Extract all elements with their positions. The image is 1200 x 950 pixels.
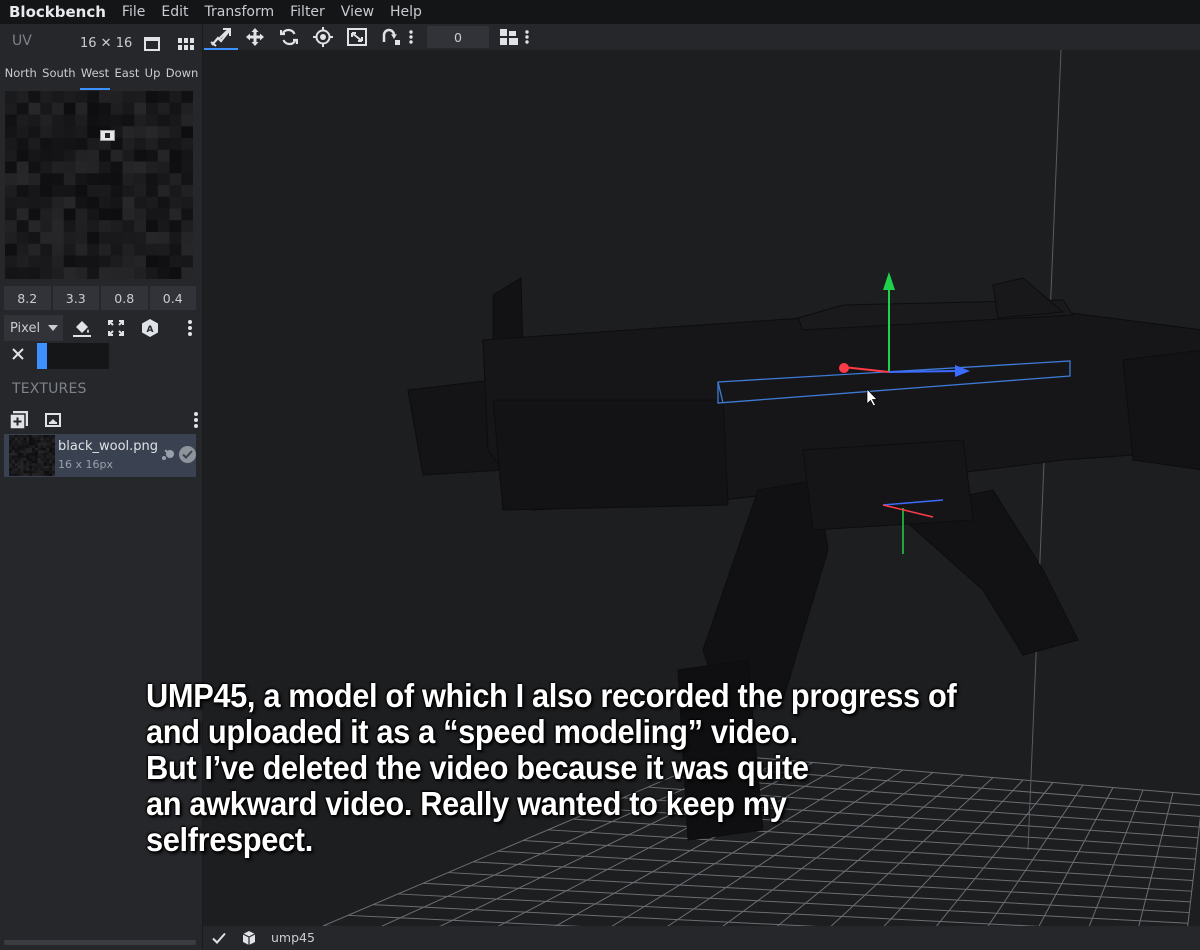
tab-down[interactable]: Down	[166, 66, 199, 88]
texture-name: black_wool.png	[58, 439, 159, 454]
more-icon[interactable]	[179, 317, 201, 339]
translate-icon[interactable]	[242, 26, 268, 48]
close-icon[interactable]	[10, 346, 26, 362]
auto-uv-icon[interactable]: A	[139, 317, 161, 339]
paint-mode-value: Pixel	[10, 320, 41, 336]
status-bar: ump45	[203, 926, 1200, 950]
main-toolbar: 0	[203, 24, 1200, 50]
menu-view[interactable]: View	[333, 4, 382, 20]
uv-grid-view-icon[interactable]	[175, 33, 197, 55]
resize-icon[interactable]	[344, 26, 370, 48]
rotate-icon[interactable]	[276, 26, 302, 48]
texture-list-item[interactable]: black_wool.png 16 x 16px	[4, 434, 196, 477]
uv-value-height[interactable]: 0.4	[149, 286, 196, 310]
particle-icon[interactable]	[161, 447, 175, 461]
menu-filter[interactable]: Filter	[282, 4, 333, 20]
model-icon	[241, 930, 257, 946]
app-title: Blockbench	[9, 3, 106, 21]
uv-values: 8.2 3.3 0.8 0.4	[4, 286, 196, 310]
expand-icon[interactable]	[105, 317, 127, 339]
textures-title: TEXTURES	[12, 381, 87, 397]
vertex-snap-icon[interactable]	[378, 26, 404, 48]
tab-west[interactable]: West	[79, 66, 111, 90]
uv-value-v[interactable]: 3.3	[52, 286, 99, 310]
texture-thumbnail	[9, 435, 55, 476]
paint-mode-select[interactable]: Pixel	[4, 315, 63, 341]
saved-check-icon	[211, 930, 227, 946]
brush-row	[0, 341, 203, 369]
tab-north[interactable]: North	[5, 66, 37, 88]
model-name: ump45	[271, 930, 315, 945]
more-icon[interactable]	[404, 26, 418, 48]
menu-edit[interactable]: Edit	[153, 4, 196, 20]
uv-panel-title: UV	[12, 33, 32, 49]
menu-bar: Blockbench File Edit Transform Filter Vi…	[0, 0, 1200, 24]
layout-icon[interactable]	[496, 26, 522, 48]
caption-overlay: UMP45, a model of which I also recorded …	[146, 678, 957, 859]
menu-transform[interactable]: Transform	[196, 4, 282, 20]
uv-value-width[interactable]: 0.8	[101, 286, 148, 310]
add-texture-icon[interactable]	[9, 410, 29, 430]
uv-face-tabs: North South West East Up Down	[0, 66, 203, 90]
uv-selection-marker[interactable]	[100, 126, 115, 141]
uv-size-label[interactable]: 16 ✕ 16	[80, 36, 132, 51]
brush-color-swatch[interactable]	[37, 343, 109, 369]
more-icon[interactable]	[520, 26, 534, 48]
move-tool-icon[interactable]	[208, 26, 234, 48]
texture-size: 16 x 16px	[58, 458, 113, 471]
menu-help[interactable]: Help	[382, 4, 430, 20]
svg-text:A: A	[147, 325, 154, 335]
import-texture-icon[interactable]	[43, 410, 63, 430]
uv-editor-canvas[interactable]	[5, 91, 193, 279]
tab-east[interactable]: East	[115, 66, 140, 88]
uv-texture-preview	[5, 91, 193, 279]
chevron-down-icon	[48, 325, 58, 331]
texture-applied-check-icon[interactable]	[179, 446, 196, 463]
uv-panel-header: UV 16 ✕ 16	[0, 24, 203, 62]
brush-color-accent	[37, 343, 47, 369]
paint-toolbar: Pixel A	[0, 315, 203, 343]
fill-bucket-icon[interactable]	[71, 317, 93, 339]
tab-south[interactable]: South	[42, 66, 75, 88]
menu-file[interactable]: File	[114, 4, 153, 20]
textures-toolbar	[0, 410, 203, 432]
timeline-input[interactable]: 0	[427, 26, 489, 48]
uv-single-view-icon[interactable]	[141, 33, 163, 55]
uv-value-u[interactable]: 8.2	[4, 286, 51, 310]
tab-up[interactable]: Up	[145, 66, 161, 88]
pivot-icon[interactable]	[310, 26, 336, 48]
left-panel-scrollbar[interactable]	[4, 940, 196, 945]
